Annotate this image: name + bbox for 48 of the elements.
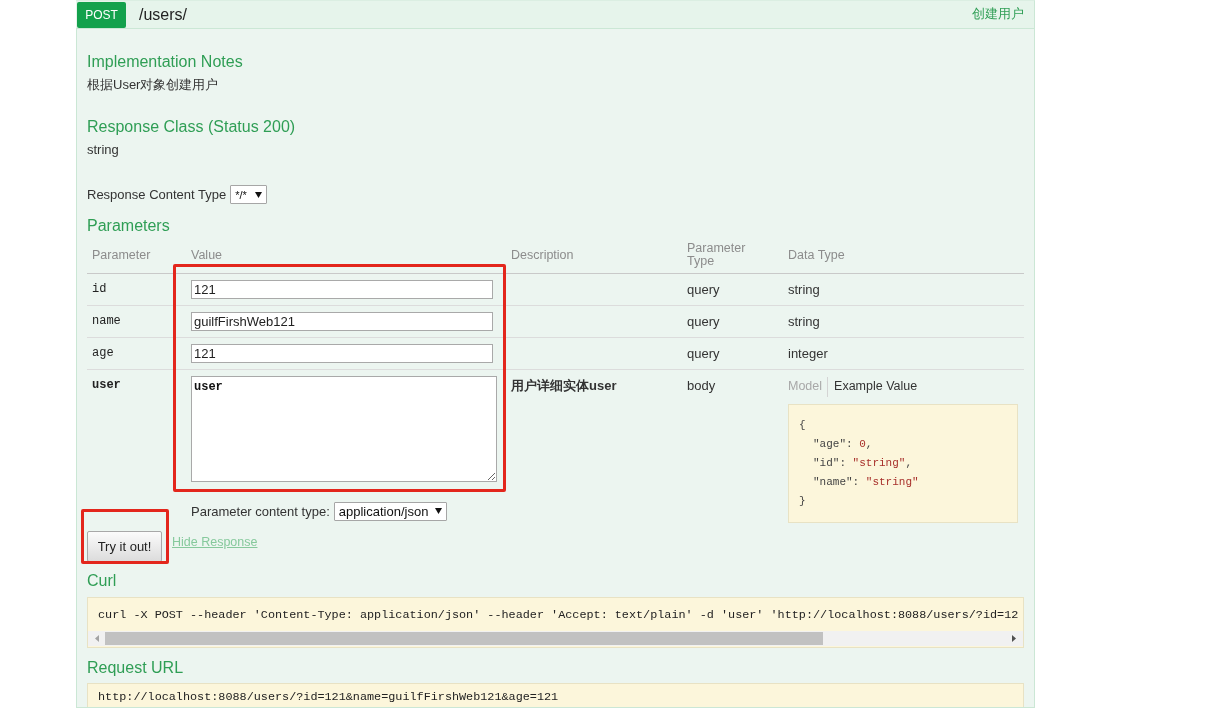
response-type: string — [87, 141, 119, 159]
column-header: Description — [511, 248, 574, 262]
code-line: "name": "string" — [813, 474, 919, 490]
scroll-left-icon — [95, 634, 99, 642]
parameter-type: query — [687, 344, 720, 363]
scroll-right-icon — [1012, 634, 1016, 642]
code-line: "age": 0, — [813, 436, 873, 452]
value-input[interactable]: guilfFirshWeb121 — [191, 311, 493, 331]
content-type-label: Response Content Type — [87, 187, 227, 202]
caret-icon — [254, 191, 262, 198]
code-line: { — [799, 417, 806, 433]
notes-text: 根据User对象创建用户 — [87, 76, 219, 94]
section-heading: Response Class (Status 200) — [87, 117, 296, 137]
horizontal-scrollbar[interactable] — [88, 630, 1023, 646]
parameter-description: 用户详细实体user — [511, 376, 617, 395]
request-url: http://localhost:8088/users/?id=121&name=guilfFirshWeb121&age=121 — [98, 689, 559, 704]
data-type: string — [788, 312, 820, 331]
sample-tab[interactable]: Example Value — [834, 377, 918, 396]
column-header: Data Type — [788, 248, 845, 262]
section-heading: Implementation Notes — [87, 52, 243, 72]
value-input[interactable]: 121 — [191, 279, 493, 299]
code-line: } — [799, 493, 806, 509]
section-heading: Request URL — [87, 657, 184, 678]
caret-icon — [435, 508, 443, 514]
body-textarea[interactable]: user — [191, 375, 497, 482]
parameter-type: query — [687, 312, 720, 331]
column-header: Value — [191, 248, 223, 262]
curl-command: curl -X POST --header 'Content-Type: application/json' --header 'Accept: text/plain' -d 'user' 'http://localhost:8088/users/?id=12 — [98, 607, 1019, 622]
parameter-name: age — [92, 344, 114, 362]
parameter-name: id — [92, 280, 107, 298]
scrollbar-thumb[interactable] — [105, 631, 823, 645]
parameter-type: query — [687, 280, 720, 299]
data-type: string — [788, 280, 820, 299]
endpoint-path[interactable]: /users/ — [139, 5, 187, 24]
column-header: Parameter — [92, 248, 151, 262]
try-it-out-button[interactable]: Try it out! — [87, 530, 162, 562]
column-header: Parameter Type — [687, 242, 747, 269]
parameter-name: user — [92, 376, 121, 394]
content-type-select[interactable]: application/json — [333, 501, 448, 521]
content-type-label: Parameter content type: — [191, 502, 330, 521]
section-heading: Curl — [87, 570, 117, 591]
parameter-type: body — [687, 376, 716, 395]
data-type: integer — [788, 344, 828, 363]
code-line: "id": "string", — [813, 455, 913, 471]
section-heading: Parameters — [87, 216, 170, 236]
response-type-select[interactable]: */* — [230, 185, 267, 204]
value-input[interactable]: 121 — [191, 343, 493, 363]
parameter-name: name — [92, 312, 121, 330]
